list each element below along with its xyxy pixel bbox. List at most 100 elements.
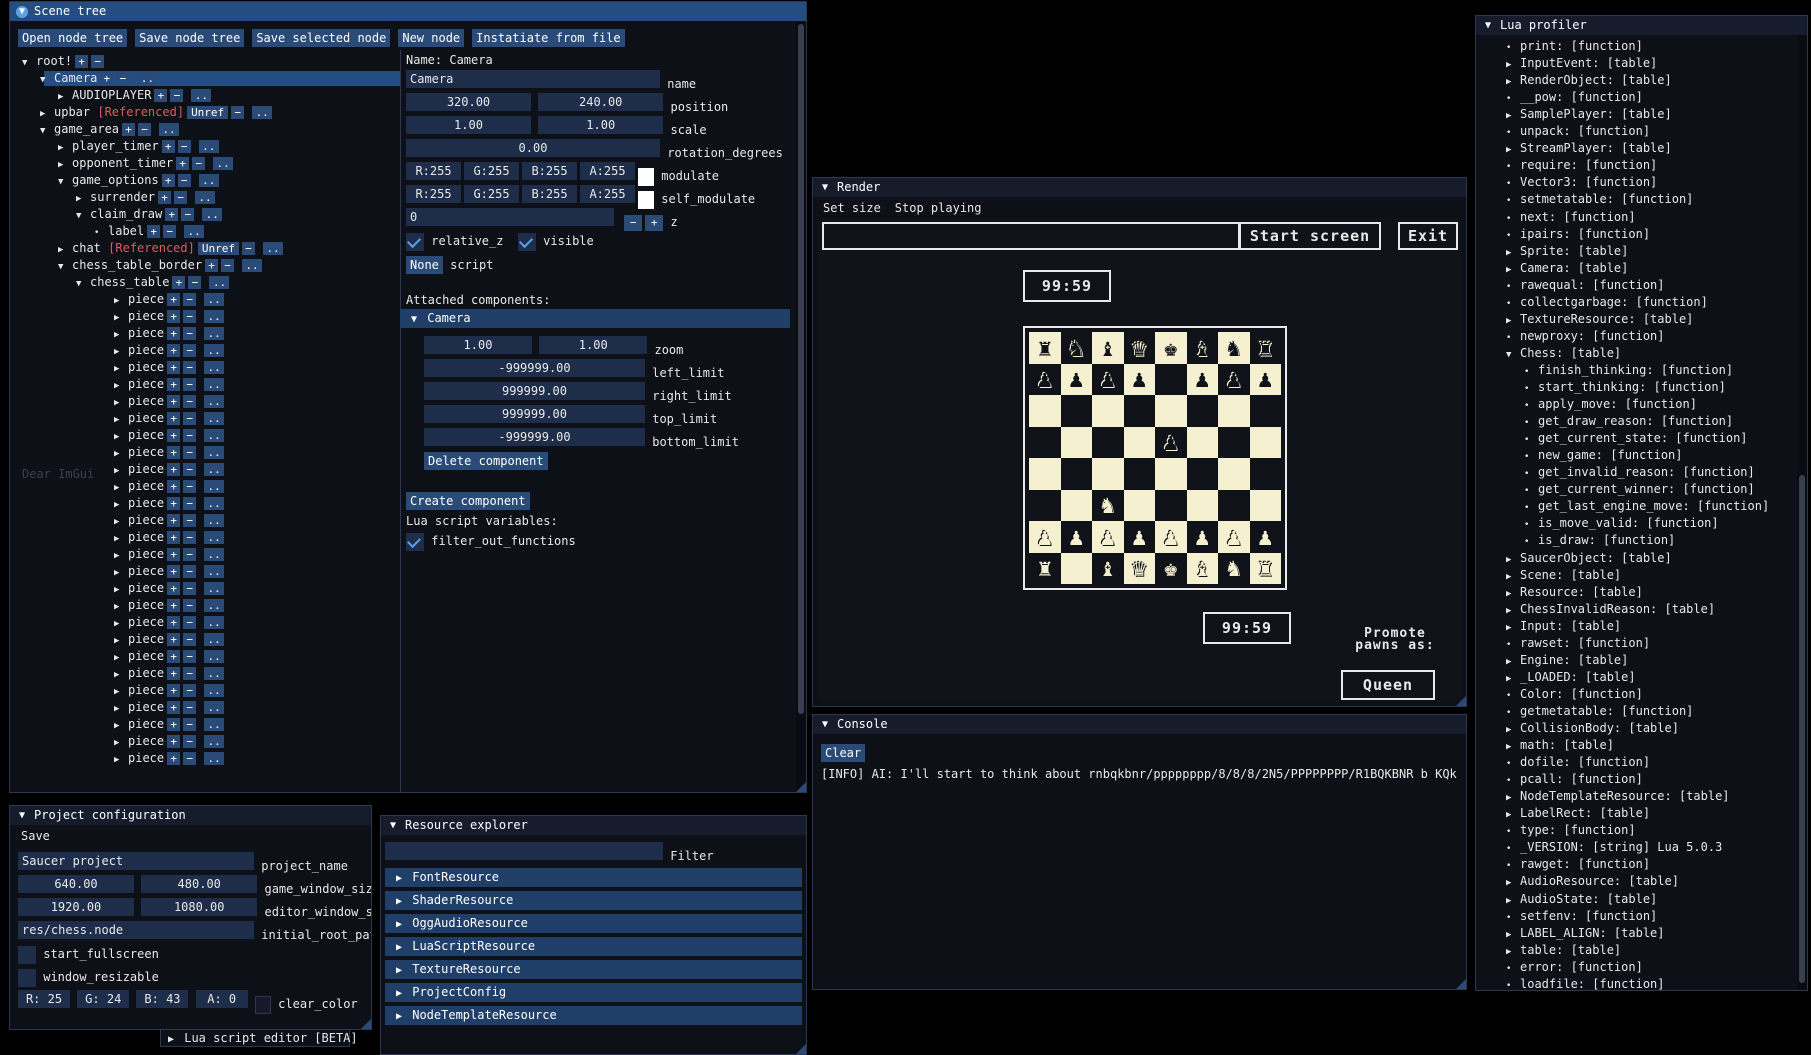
tree-node[interactable]: ▼ game_options + −.. bbox=[58, 173, 219, 188]
tree-node-button[interactable]: .. bbox=[204, 395, 225, 408]
tree-arrow-icon[interactable]: ▶ bbox=[114, 719, 128, 734]
board-square[interactable] bbox=[1092, 426, 1124, 458]
camera-component-header[interactable]: ▼ Camera bbox=[400, 309, 790, 328]
board-square[interactable]: ♛ bbox=[1123, 552, 1155, 584]
tree-node-piece[interactable]: ▶ piece + −.. bbox=[114, 309, 225, 324]
tree-node-button[interactable]: + bbox=[167, 378, 181, 391]
tree-arrow-icon[interactable]: ▶ bbox=[114, 294, 128, 309]
board-square[interactable] bbox=[1218, 458, 1250, 490]
white-pawn-piece[interactable]: ♟ bbox=[1227, 525, 1241, 549]
board-square[interactable] bbox=[1249, 458, 1281, 490]
tree-node-button[interactable]: + bbox=[167, 514, 181, 527]
tree-arrow-icon[interactable]: ▶ bbox=[1506, 876, 1520, 891]
tree-arrow-icon[interactable]: ▶ bbox=[58, 243, 72, 258]
white-pawn-piece[interactable]: ♟ bbox=[1258, 525, 1272, 549]
profiler-entry[interactable]: ▶ LABEL_ALIGN: [table] bbox=[1506, 926, 1665, 941]
modulate-swatch[interactable] bbox=[638, 167, 654, 186]
tree-node-button[interactable]: + bbox=[167, 463, 181, 476]
self-modulate-channel[interactable]: B:255 bbox=[522, 185, 577, 203]
tree-node-button[interactable]: + bbox=[167, 735, 181, 748]
board-square[interactable] bbox=[1029, 395, 1061, 427]
tree-node-button[interactable]: + bbox=[167, 650, 181, 663]
tree-node-button[interactable]: .. bbox=[262, 242, 283, 255]
white-rook-piece[interactable]: ♜ bbox=[1038, 556, 1052, 580]
tree-node-button[interactable]: + bbox=[167, 531, 181, 544]
tree-node-piece[interactable]: ▶ piece + −.. bbox=[114, 326, 225, 343]
board-square[interactable]: ♞ bbox=[1092, 489, 1124, 521]
tree-node-button[interactable]: .. bbox=[204, 429, 225, 442]
tree-node-piece[interactable]: ▶ piece + −.. bbox=[114, 462, 225, 477]
tree-node-button[interactable]: .. bbox=[204, 361, 225, 374]
tree-node-button[interactable]: .. bbox=[204, 480, 225, 493]
board-square[interactable]: ♟ bbox=[1092, 521, 1124, 553]
profiler-entry[interactable]: ▶ SamplePlayer: [table] bbox=[1506, 107, 1672, 122]
tree-node-button[interactable]: .. bbox=[198, 174, 219, 187]
tree-node-button[interactable]: + bbox=[172, 276, 186, 289]
tree-arrow-icon[interactable]: ▼ bbox=[40, 124, 54, 139]
tree-arrow-icon[interactable]: ▶ bbox=[114, 668, 128, 683]
board-square[interactable]: ♞ bbox=[1218, 332, 1250, 364]
board-square[interactable]: ♟ bbox=[1123, 363, 1155, 395]
board-square[interactable] bbox=[1092, 458, 1124, 490]
tree-node-button[interactable]: .. bbox=[213, 157, 234, 170]
stop-playing-menu[interactable]: Stop playing bbox=[895, 199, 982, 217]
tree-node-piece[interactable]: ▶ piece + −.. bbox=[114, 479, 225, 494]
tree-arrow-icon[interactable]: ▼ bbox=[58, 260, 72, 275]
tree-node-button[interactable]: .. bbox=[252, 106, 273, 119]
clear-color-swatch[interactable] bbox=[254, 995, 271, 1014]
tree-arrow-icon[interactable]: ▶ bbox=[114, 566, 128, 581]
tree-node-button[interactable]: .. bbox=[204, 378, 225, 391]
tree-node-button[interactable]: + bbox=[167, 633, 181, 646]
board-square[interactable] bbox=[1155, 458, 1187, 490]
tree-node-button[interactable]: + bbox=[167, 752, 181, 765]
tree-node-button[interactable]: + bbox=[147, 225, 161, 238]
tree-node-button[interactable]: .. bbox=[204, 582, 225, 595]
tree-node-button[interactable]: − bbox=[177, 140, 191, 153]
game-window-height[interactable]: 480.00 bbox=[141, 875, 258, 893]
tree-node-button[interactable]: − bbox=[183, 293, 197, 306]
tree-node-button[interactable]: + bbox=[161, 174, 175, 187]
tree-node-piece[interactable]: ▶ piece + −.. bbox=[114, 683, 225, 698]
tree-node-piece[interactable]: ▶ piece + −.. bbox=[114, 445, 225, 460]
black-pawn-piece[interactable]: ♟ bbox=[1132, 367, 1146, 391]
resource-category[interactable]: ▶ TextureResource bbox=[385, 960, 802, 979]
board-square[interactable] bbox=[1060, 395, 1092, 427]
queen-button[interactable]: Queen bbox=[1341, 670, 1435, 700]
tree-node-piece[interactable]: ▶ piece + −.. bbox=[114, 564, 225, 581]
white-knight-piece[interactable]: ♞ bbox=[1227, 556, 1241, 580]
tree-arrow-icon[interactable]: ▶ bbox=[114, 702, 128, 717]
filter-input[interactable] bbox=[385, 842, 663, 860]
tree-node[interactable]: ▶ chat [Referenced] Unref −.. bbox=[58, 241, 283, 256]
game-window-width[interactable]: 640.00 bbox=[18, 875, 134, 893]
tree-node-button[interactable]: + bbox=[161, 140, 175, 153]
profiler-scrollbar[interactable] bbox=[1797, 35, 1807, 990]
tree-arrow-icon[interactable]: ▶ bbox=[1506, 570, 1520, 585]
board-square[interactable]: ♟ bbox=[1092, 363, 1124, 395]
black-bishop-piece[interactable]: ♝ bbox=[1195, 336, 1209, 360]
black-rook-piece[interactable]: ♜ bbox=[1038, 336, 1052, 360]
tree-node-button[interactable]: + bbox=[167, 412, 181, 425]
tree-arrow-icon[interactable]: ▶ bbox=[1506, 945, 1520, 960]
tree-node-button[interactable]: + bbox=[167, 565, 181, 578]
profiler-entry[interactable]: ▶ LabelRect: [table] bbox=[1506, 806, 1650, 821]
board-square[interactable] bbox=[1218, 426, 1250, 458]
tree-node-button[interactable]: .. bbox=[137, 72, 158, 85]
tree-arrow-icon[interactable]: ▶ bbox=[114, 736, 128, 751]
profiler-entry[interactable]: ▶ InputEvent: [table] bbox=[1506, 56, 1657, 71]
board-square[interactable] bbox=[1060, 552, 1092, 584]
tree-node-button[interactable]: .. bbox=[191, 89, 212, 102]
tree-arrow-icon[interactable]: ▶ bbox=[114, 753, 128, 768]
black-queen-piece[interactable]: ♛ bbox=[1132, 336, 1146, 360]
tree-node-button[interactable]: + bbox=[154, 89, 168, 102]
tree-node-button[interactable]: + bbox=[167, 497, 181, 510]
lua-profiler-titlebar[interactable]: ▼ Lua profiler bbox=[1476, 16, 1807, 35]
chess-board[interactable]: ♜ ♞ ♝ ♛ ♚ ♝ ♞ ♜ ♟ ♟ ♟ ♟ ♟ ♟ ♟ ♟ ♞ ♟ ♟ ♟ ♟ ♟ ♟ ♟ ♟ ♜ ♝ ♛ ♚ ♝ ♞ ♜ bbox=[1023, 326, 1287, 590]
tree-node-button[interactable]: + bbox=[167, 616, 181, 629]
tree-node-button[interactable]: − bbox=[183, 310, 197, 323]
tree-node-button[interactable]: + bbox=[167, 480, 181, 493]
tree-arrow-icon[interactable]: ▶ bbox=[1506, 75, 1520, 90]
tree-arrow-icon[interactable]: ▶ bbox=[114, 328, 128, 343]
tree-node[interactable]: ▶ player_timer + −.. bbox=[58, 139, 219, 154]
initial-root-path-field[interactable]: res/chess.node bbox=[18, 921, 254, 939]
tree-node-button[interactable]: − bbox=[241, 242, 255, 255]
